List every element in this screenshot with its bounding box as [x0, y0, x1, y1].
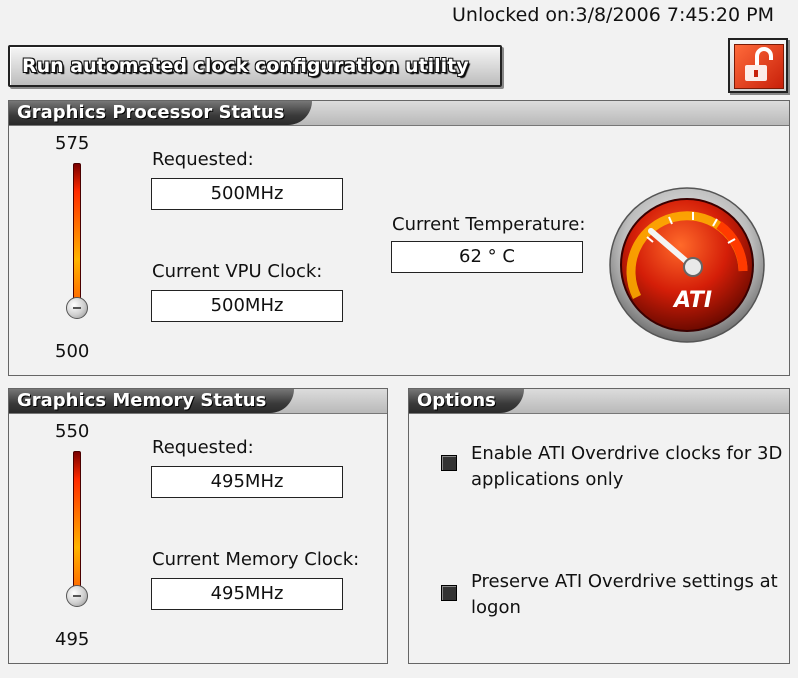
gpu-requested-label: Requested:: [152, 149, 254, 170]
gpu-slider-min-label: 500: [55, 341, 90, 362]
run-clock-configuration-button[interactable]: Run automated clock configuration utilit…: [8, 45, 502, 87]
memory-slider-min-label: 495: [55, 629, 90, 650]
lock-toggle-button[interactable]: [728, 38, 788, 93]
preserve-settings-label: Preserve ATI Overdrive settings at logon: [471, 571, 778, 618]
memory-requested-label: Requested:: [152, 437, 254, 458]
memory-clock-slider-track[interactable]: [73, 451, 81, 589]
preserve-settings-checkbox[interactable]: [441, 585, 457, 601]
memory-slider-max-label: 550: [55, 421, 90, 442]
unlocked-padlock-icon: [734, 44, 784, 89]
gauge-brand-label: ATI: [672, 288, 712, 313]
gpu-status-title: Graphics Processor Status: [9, 101, 313, 125]
memory-status-panel: Graphics Memory Status 550 495 Requested…: [8, 388, 388, 664]
options-title: Options: [409, 389, 524, 413]
enable-3d-only-label: Enable ATI Overdrive clocks for 3D appli…: [471, 443, 783, 490]
enable-3d-only-checkbox[interactable]: [441, 455, 457, 471]
gpu-status-header: Graphics Processor Status: [9, 101, 789, 126]
gpu-slider-max-label: 575: [55, 133, 90, 154]
gpu-clock-slider-track[interactable]: [73, 163, 81, 301]
gpu-clock-slider-knob[interactable]: [66, 297, 88, 319]
temperature-label: Current Temperature:: [392, 214, 586, 235]
options-header: Options: [409, 389, 789, 414]
memory-clock-slider-knob[interactable]: [66, 585, 88, 607]
memory-current-clock-value: 495MHz: [151, 578, 343, 610]
temperature-value: 62 ° C: [391, 241, 583, 273]
gpu-current-clock-value: 500MHz: [151, 290, 343, 322]
unlocked-timestamp: Unlocked on:3/8/2006 7:45:20 PM: [452, 4, 774, 26]
memory-status-title: Graphics Memory Status: [9, 389, 295, 413]
memory-requested-value: 495MHz: [151, 466, 343, 498]
memory-status-header: Graphics Memory Status: [9, 389, 387, 414]
options-panel: Options Enable ATI Overdrive clocks for …: [408, 388, 790, 664]
gpu-requested-value: 500MHz: [151, 178, 343, 210]
gpu-status-panel: Graphics Processor Status 575 500 Reques…: [8, 100, 790, 376]
gpu-current-clock-label: Current VPU Clock:: [152, 261, 323, 282]
temperature-gauge-icon: ATI: [609, 187, 765, 343]
memory-current-clock-label: Current Memory Clock:: [152, 549, 360, 570]
